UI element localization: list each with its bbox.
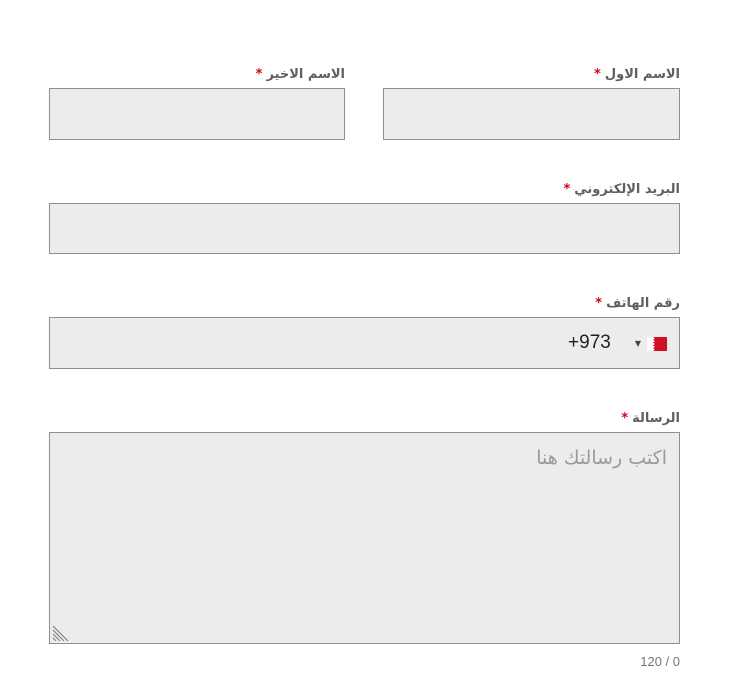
country-code: +973 <box>568 332 611 353</box>
resize-handle-icon[interactable] <box>52 623 70 641</box>
message-label-text: الرسالة <box>632 411 680 426</box>
first-name-label: الاسم الاول* <box>594 67 680 83</box>
phone-label-text: رقم الهاتف <box>606 296 680 311</box>
message-placeholder: اكتب رسالتك هنا <box>536 447 667 469</box>
required-marker: * <box>563 182 571 197</box>
message-textarea[interactable]: اكتب رسالتك هنا <box>49 432 680 644</box>
required-marker: * <box>594 67 601 82</box>
last-name-label-text: الاسم الاخير <box>266 67 345 82</box>
required-marker: * <box>595 296 603 311</box>
first-name-label-text: الاسم الاول <box>604 67 680 82</box>
char-counter: 120 / 0 <box>640 654 680 669</box>
email-label: البريد الإلكتروني* <box>563 182 680 198</box>
phone-country-selector[interactable]: +973 ▼ <box>568 318 667 368</box>
phone-label: رقم الهاتف* <box>595 296 680 312</box>
first-name-input[interactable] <box>383 88 680 140</box>
last-name-label: الاسم الاخير* <box>256 67 345 83</box>
phone-input[interactable]: +973 ▼ <box>49 317 680 369</box>
last-name-input[interactable] <box>49 88 345 140</box>
message-label: الرسالة* <box>621 411 680 427</box>
bahrain-flag-icon[interactable] <box>647 336 667 351</box>
required-marker: * <box>621 411 629 426</box>
caret-down-icon[interactable]: ▼ <box>635 339 641 348</box>
email-label-text: البريد الإلكتروني <box>574 182 680 197</box>
email-input[interactable] <box>49 203 680 254</box>
required-marker: * <box>255 67 263 82</box>
